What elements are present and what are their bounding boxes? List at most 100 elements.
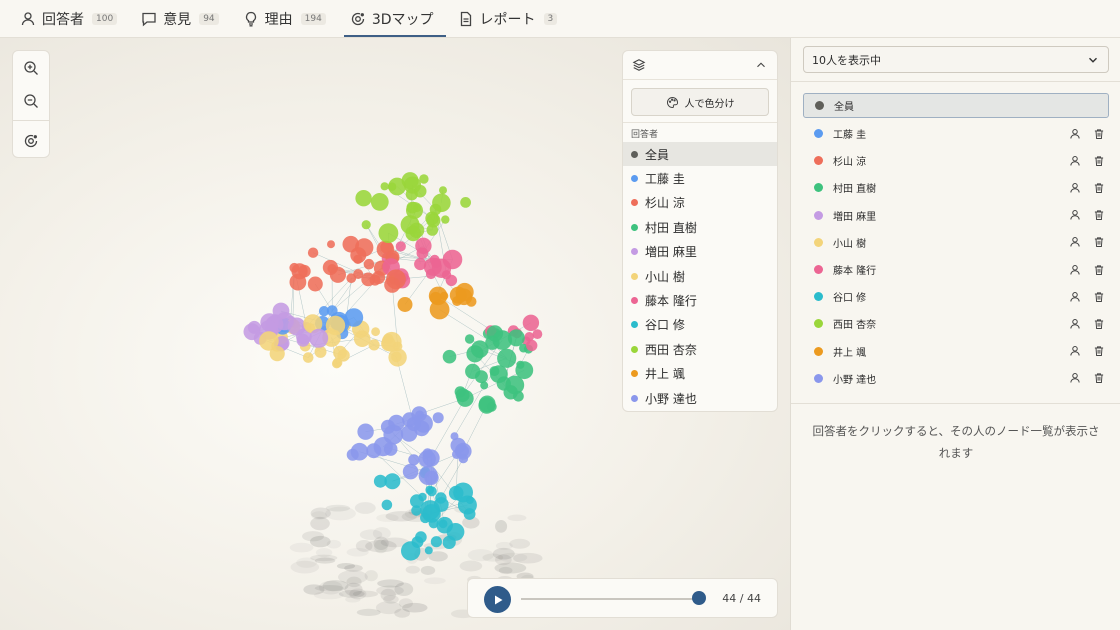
graph-node[interactable] (446, 523, 465, 541)
zoom-in-button[interactable] (13, 51, 49, 84)
graph-node[interactable] (309, 328, 329, 348)
graph-node[interactable] (426, 213, 441, 228)
person-icon[interactable] (1069, 155, 1081, 167)
graph-node[interactable] (355, 238, 374, 257)
person-icon[interactable] (1069, 264, 1081, 276)
tab-report[interactable]: レポート 3 (456, 0, 570, 37)
trash-icon[interactable] (1093, 291, 1105, 303)
graph-node[interactable] (384, 473, 401, 490)
respondent-item[interactable]: 藤本 隆行 (803, 256, 1109, 283)
graph-node[interactable] (445, 274, 458, 287)
graph-node[interactable] (403, 176, 422, 194)
graph-node[interactable] (397, 297, 413, 312)
layer-item[interactable]: 工藤 圭 (623, 166, 777, 190)
graph-node[interactable] (329, 266, 346, 283)
graph-node[interactable] (370, 193, 389, 211)
tab-reasons[interactable]: 理由 194 (241, 0, 338, 37)
graph-node[interactable] (414, 414, 433, 433)
tab-respondents[interactable]: 回答者 100 (18, 0, 129, 37)
graph-node[interactable] (424, 546, 433, 555)
respondent-item[interactable]: 井上 颯 (803, 338, 1109, 365)
graph-node[interactable] (361, 220, 371, 230)
graph-node[interactable] (420, 500, 440, 520)
graph-node[interactable] (388, 177, 406, 196)
graph-node[interactable] (400, 425, 418, 442)
3d-map-canvas[interactable]: 人で色分け 回答者 全員 工藤 圭杉山 涼村田 直樹 増田 麻里 小山 樹藤本 隆行谷… (0, 38, 790, 630)
graph-node[interactable] (325, 315, 346, 336)
person-icon[interactable] (1069, 318, 1081, 330)
trash-icon[interactable] (1093, 128, 1105, 140)
display-count-select[interactable]: 10人を表示中 (803, 46, 1109, 73)
layer-item[interactable]: 西田 杏奈 (623, 337, 777, 361)
graph-node[interactable] (456, 389, 474, 407)
graph-node[interactable] (380, 182, 389, 191)
person-icon[interactable] (1069, 291, 1081, 303)
layer-item[interactable]: 村田 直樹 (623, 215, 777, 239)
graph-node[interactable] (314, 345, 327, 358)
graph-node[interactable] (259, 331, 279, 351)
graph-node[interactable] (327, 240, 335, 249)
graph-node[interactable] (363, 258, 375, 270)
graph-node[interactable] (478, 395, 496, 413)
play-button[interactable] (484, 586, 511, 613)
timeline-track[interactable] (521, 598, 699, 600)
graph-node[interactable] (333, 345, 347, 360)
chevron-up-icon[interactable] (754, 58, 768, 72)
graph-node[interactable] (378, 223, 399, 244)
person-icon[interactable] (1069, 372, 1081, 384)
graph-node[interactable] (408, 454, 420, 466)
graph-node[interactable] (418, 450, 436, 468)
graph-node[interactable] (526, 339, 538, 352)
graph-node[interactable] (302, 352, 314, 363)
respondent-item[interactable]: 増田 麻里 (803, 202, 1109, 229)
respondent-item[interactable]: 小山 樹 (803, 229, 1109, 256)
graph-node[interactable] (465, 363, 481, 379)
graph-node[interactable] (432, 193, 451, 213)
trash-icon[interactable] (1093, 318, 1105, 330)
graph-node[interactable] (442, 249, 463, 270)
graph-node[interactable] (454, 442, 472, 460)
graph-node[interactable] (441, 215, 450, 224)
graph-node[interactable] (460, 197, 471, 208)
trash-icon[interactable] (1093, 345, 1105, 357)
graph-node[interactable] (289, 273, 307, 291)
graph-node[interactable] (418, 465, 438, 486)
graph-node[interactable] (386, 269, 406, 290)
graph-node[interactable] (430, 536, 442, 548)
graph-node[interactable] (371, 327, 380, 337)
person-icon[interactable] (1069, 209, 1081, 221)
layer-item[interactable]: 井上 颯 (623, 362, 777, 386)
graph-node[interactable] (490, 365, 508, 384)
graph-node[interactable] (395, 241, 406, 252)
graph-node[interactable] (442, 349, 457, 364)
respondent-item[interactable]: 小野 達也 (803, 365, 1109, 392)
zoom-out-button[interactable] (13, 84, 49, 117)
person-icon[interactable] (1069, 345, 1081, 357)
respondent-item[interactable]: 谷口 修 (803, 283, 1109, 310)
graph-node[interactable] (429, 299, 450, 320)
respondent-item[interactable]: 全員 (803, 93, 1109, 118)
trash-icon[interactable] (1093, 236, 1105, 248)
graph-node[interactable] (402, 463, 419, 480)
respondent-item[interactable]: 村田 直樹 (803, 174, 1109, 201)
graph-node[interactable] (400, 215, 420, 235)
layer-item[interactable]: 藤本 隆行 (623, 288, 777, 312)
graph-node[interactable] (376, 240, 395, 259)
layer-item[interactable]: 杉山 涼 (623, 191, 777, 215)
graph-node[interactable] (355, 190, 372, 207)
trash-icon[interactable] (1093, 372, 1105, 384)
person-icon[interactable] (1069, 128, 1081, 140)
graph-node[interactable] (243, 323, 261, 341)
graph-node[interactable] (357, 423, 374, 440)
graph-node[interactable] (432, 412, 444, 424)
layer-panel-header[interactable] (623, 51, 777, 80)
layer-item[interactable]: 小山 樹 (623, 264, 777, 288)
respondent-item[interactable]: 杉山 涼 (803, 147, 1109, 174)
person-icon[interactable] (1069, 182, 1081, 194)
graph-node[interactable] (532, 329, 543, 339)
graph-node[interactable] (439, 186, 447, 195)
respondent-item[interactable]: 西田 杏奈 (803, 310, 1109, 337)
tab-opinions[interactable]: 意見 94 (139, 0, 230, 37)
person-icon[interactable] (1069, 236, 1081, 248)
graph-node[interactable] (453, 482, 473, 503)
